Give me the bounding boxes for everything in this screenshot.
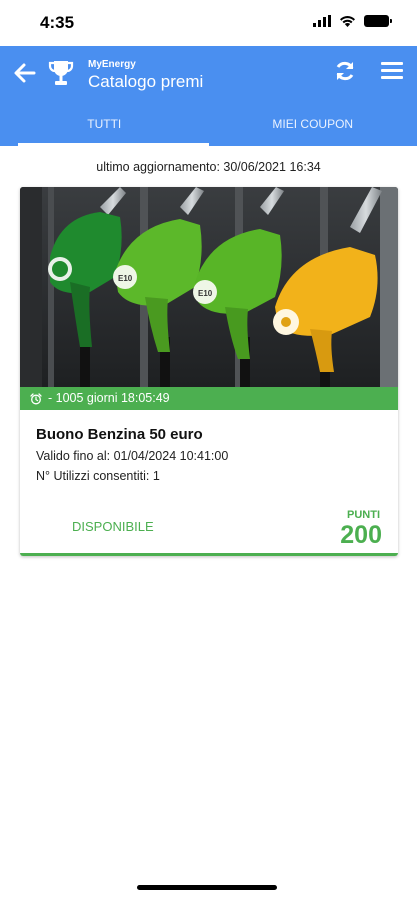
- coupon-valid-until: Valido fino al: 01/04/2024 10:41:00: [36, 449, 229, 463]
- points-label: PUNTI: [347, 509, 380, 521]
- points-value: 200: [340, 521, 382, 549]
- coupon-card[interactable]: E10 E10 - 1005 giorni 18:05:49 Buono Ben…: [20, 187, 398, 556]
- battery-icon: [364, 15, 392, 27]
- countdown-text: - 1005 giorni 18:05:49: [48, 391, 170, 405]
- trophy-icon: [48, 61, 74, 85]
- coupon-status: DISPONIBILE: [72, 519, 154, 534]
- home-indicator[interactable]: [137, 885, 277, 890]
- tab-tutti[interactable]: TUTTI: [0, 102, 209, 146]
- back-arrow-icon[interactable]: [12, 60, 38, 86]
- coupon-title: Buono Benzina 50 euro: [36, 426, 203, 443]
- nozzle-label-1: E10: [118, 274, 133, 283]
- wifi-icon: [340, 16, 355, 27]
- menu-icon[interactable]: [381, 62, 403, 80]
- status-icons: [313, 15, 392, 27]
- tab-miei-coupon[interactable]: MIEI COUPON: [209, 102, 417, 146]
- tab-bar: TUTTI MIEI COUPON: [0, 102, 417, 146]
- card-bottom-border: [20, 553, 398, 556]
- status-time: 4:35: [40, 13, 75, 32]
- last-update-text: ultimo aggiornamento: 30/06/2021 16:34: [96, 160, 321, 174]
- signal-icon: [313, 15, 331, 27]
- page-title: Catalogo premi: [88, 72, 204, 91]
- app-name: MyEnergy: [88, 59, 136, 70]
- fuel-nozzles-image: E10 E10: [20, 187, 398, 387]
- app-header: MyEnergy Catalogo premi TUTTI MIEI COUPO…: [0, 46, 417, 146]
- countdown-bar: - 1005 giorni 18:05:49: [20, 387, 398, 410]
- nozzle-label-2: E10: [198, 289, 213, 298]
- coupon-allowed-uses: N° Utilizzi consentiti: 1: [36, 469, 160, 483]
- alarm-clock-icon: [30, 392, 42, 404]
- refresh-icon[interactable]: [333, 59, 357, 83]
- status-bar: 4:35: [0, 0, 417, 46]
- header-row: MyEnergy Catalogo premi: [0, 46, 417, 102]
